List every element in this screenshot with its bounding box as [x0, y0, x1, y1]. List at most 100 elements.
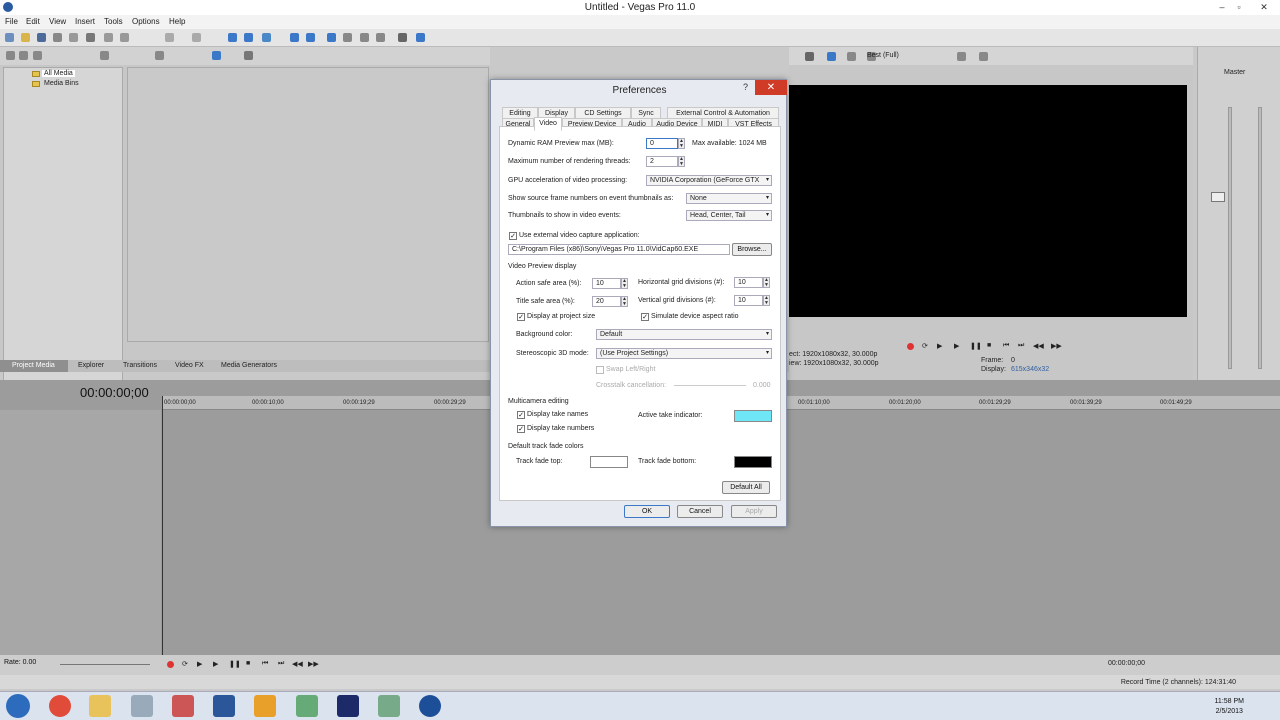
pause-icon[interactable]: ❚❚ — [229, 660, 241, 668]
help-icon[interactable]: ? — [743, 82, 748, 92]
play-preview-icon[interactable] — [155, 51, 164, 60]
record-icon[interactable] — [907, 343, 914, 350]
lock-envelopes-icon[interactable] — [343, 33, 352, 42]
selection-tool-icon[interactable] — [262, 33, 271, 42]
tab-project-media[interactable]: Project Media — [12, 362, 55, 369]
help-icon[interactable] — [398, 33, 407, 42]
action-safe-spinner[interactable]: ▲ ▼ — [621, 278, 628, 289]
cut-icon[interactable] — [86, 33, 95, 42]
go-to-start-icon[interactable]: ⏮ — [262, 660, 268, 668]
auto-ripple-icon[interactable] — [327, 33, 336, 42]
playhead-cursor[interactable] — [162, 396, 163, 656]
redo-icon[interactable] — [192, 33, 201, 42]
normal-edit-tool-icon[interactable] — [228, 33, 237, 42]
rate-slider[interactable] — [60, 664, 150, 665]
snapping-icon[interactable] — [306, 33, 315, 42]
play-from-start-icon[interactable]: ▶ — [937, 342, 942, 350]
media-list[interactable] — [127, 67, 489, 342]
envelope-tool-icon[interactable] — [244, 33, 253, 42]
get-media-icon[interactable] — [33, 51, 42, 60]
display-take-names-checkbox[interactable]: ✓ — [517, 411, 525, 419]
go-to-end-icon[interactable]: ⏭ — [278, 660, 284, 668]
undo-icon[interactable] — [165, 33, 174, 42]
prev-frame-icon[interactable]: ◀◀ — [1033, 342, 1044, 350]
open-icon[interactable] — [21, 33, 30, 42]
app-icon[interactable] — [172, 695, 194, 717]
remove-media-icon[interactable] — [100, 51, 109, 60]
overlays-icon[interactable] — [957, 52, 966, 61]
tab-video[interactable]: Video — [534, 117, 562, 131]
menu-tools[interactable]: Tools — [104, 17, 123, 26]
project-properties-icon[interactable] — [805, 52, 814, 61]
stop-icon[interactable]: ■ — [987, 342, 991, 349]
tab-media-generators[interactable]: Media Generators — [221, 362, 277, 369]
preview-fx-icon[interactable] — [847, 52, 856, 61]
frame-numbers-select[interactable]: None ▾ — [686, 193, 772, 204]
gpu-select[interactable]: NVIDIA Corporation (GeForce GTX ▾ — [646, 175, 772, 186]
track-header-area[interactable] — [0, 410, 161, 660]
cancel-button[interactable]: Cancel — [677, 505, 723, 518]
render-icon[interactable] — [69, 33, 78, 42]
save-icon[interactable] — [37, 33, 46, 42]
fade-top-color-swatch[interactable] — [590, 456, 628, 468]
tab-explorer[interactable]: Explorer — [78, 362, 104, 369]
ext-capture-checkbox[interactable]: ✓ — [509, 232, 517, 240]
vegas-taskbar-icon[interactable] — [419, 695, 441, 717]
go-to-end-icon[interactable]: ⏭ — [1018, 342, 1024, 350]
tree-item-media-bins[interactable]: Media Bins — [44, 80, 79, 87]
dynamic-ram-input[interactable]: 0 — [646, 138, 678, 149]
views-icon[interactable] — [212, 51, 221, 60]
chrome-icon[interactable] — [49, 695, 71, 717]
title-safe-input[interactable]: 20 — [592, 296, 621, 307]
play-from-start-icon[interactable]: ▶ — [197, 660, 202, 668]
threads-input[interactable]: 2 — [646, 156, 678, 167]
ok-button[interactable]: OK — [624, 505, 670, 518]
whats-this-icon[interactable] — [416, 33, 425, 42]
next-frame-icon[interactable]: ▶▶ — [308, 660, 319, 668]
vgrid-input[interactable]: 10 — [734, 295, 763, 306]
tree-item-all-media[interactable]: All Media — [42, 70, 75, 77]
bg-color-select[interactable]: Default ▾ — [596, 329, 772, 340]
simulate-aspect-checkbox[interactable]: ✓ — [641, 313, 649, 321]
import-media-icon[interactable] — [6, 51, 15, 60]
maximize-icon[interactable]: ▫ — [1231, 1, 1247, 13]
fade-bottom-color-swatch[interactable] — [734, 456, 772, 468]
start-button-icon[interactable] — [6, 694, 30, 718]
menu-insert[interactable]: Insert — [75, 17, 95, 26]
app-icon[interactable] — [131, 695, 153, 717]
active-take-color-swatch[interactable] — [734, 410, 772, 422]
search-icon[interactable] — [244, 51, 253, 60]
tab-transitions[interactable]: Transitions — [123, 362, 157, 369]
stop-icon[interactable]: ■ — [246, 660, 250, 667]
play-icon[interactable]: ▶ — [213, 660, 218, 668]
external-monitor-icon[interactable] — [827, 52, 836, 61]
ignore-grouping-icon[interactable] — [360, 33, 369, 42]
prev-frame-icon[interactable]: ◀◀ — [292, 660, 303, 668]
system-clock[interactable]: 11:58 PM 2/5/2013 — [1215, 697, 1244, 717]
thumbnails-select[interactable]: Head, Center, Tail ▾ — [686, 210, 772, 221]
tab-video-fx[interactable]: Video FX — [175, 362, 204, 369]
app-icon[interactable] — [296, 695, 318, 717]
new-icon[interactable] — [5, 33, 14, 42]
menu-options[interactable]: Options — [132, 17, 160, 26]
minimize-icon[interactable]: – — [1214, 1, 1230, 13]
default-all-button[interactable]: Default All — [722, 481, 770, 494]
title-safe-spinner[interactable]: ▲ ▼ — [621, 296, 628, 307]
properties-icon[interactable] — [53, 33, 62, 42]
word-icon[interactable] — [213, 695, 235, 717]
zoom-tool-icon[interactable] — [290, 33, 299, 42]
threads-spinner[interactable]: ▲ ▼ — [678, 156, 685, 167]
close-icon[interactable]: ✕ — [1256, 1, 1272, 13]
menu-view[interactable]: View — [49, 17, 66, 26]
go-to-start-icon[interactable]: ⏮ — [1003, 342, 1009, 350]
outlook-icon[interactable] — [254, 695, 276, 717]
volume-fader[interactable] — [1211, 192, 1225, 202]
menu-file[interactable]: File — [5, 17, 18, 26]
explorer-icon[interactable] — [89, 695, 111, 717]
close-icon[interactable]: ✕ — [755, 80, 787, 95]
app-icon[interactable] — [378, 695, 400, 717]
loop-icon[interactable]: ⟳ — [922, 342, 928, 350]
preview-quality-select[interactable]: Best (Full) — [867, 52, 899, 59]
copy-icon[interactable] — [104, 33, 113, 42]
action-safe-input[interactable]: 10 — [592, 278, 621, 289]
